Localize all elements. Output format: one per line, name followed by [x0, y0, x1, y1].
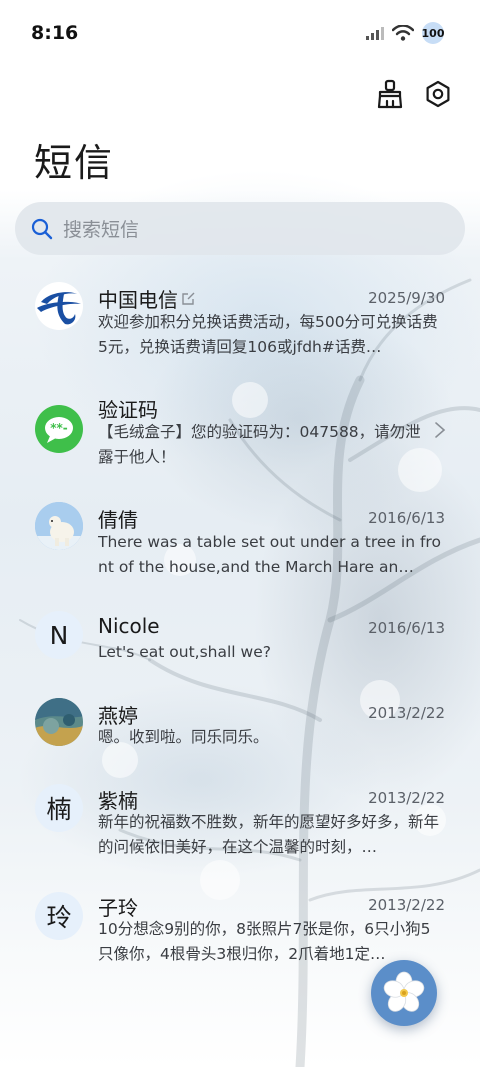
- search-icon: [31, 218, 53, 239]
- message-date: 2013/2/22: [368, 789, 445, 807]
- chevron-right-icon: [435, 422, 446, 438]
- message-item-yanting[interactable]: 燕婷 2013/2/22 嗯。收到啦。同乐同乐。: [0, 688, 480, 788]
- flower-icon: [383, 971, 425, 1012]
- message-item-verification-code[interactable]: **- 验证码 【毛绒盒子】您的验证码为：047588，请勿泄露于他人！: [0, 380, 480, 480]
- sender-name: 倩倩: [98, 504, 138, 533]
- wifi-icon: [392, 25, 414, 41]
- sender-label: 倩倩: [98, 508, 138, 532]
- message-preview: There was a table set out under a tree i…: [98, 533, 441, 576]
- page-title: 短信: [34, 141, 115, 185]
- status-time: 8:16: [31, 22, 79, 44]
- search-placeholder: 搜索短信: [63, 219, 140, 241]
- message-preview: 新年的祝福数不胜数，新年的愿望好多好多，新年的问候依旧美好，在这个温馨的时刻，…: [98, 813, 440, 856]
- search-bar[interactable]: 搜索短信: [15, 202, 465, 255]
- avatar-letter: 玲: [35, 892, 83, 940]
- painting-photo-icon: [35, 698, 83, 746]
- sender-name: 验证码: [98, 394, 158, 423]
- message-item-china-telecom[interactable]: 中国电信 2025/9/30 欢迎参加积分兑换话费活动，每500分可兑换话费5元…: [0, 270, 480, 370]
- message-item-qianqian[interactable]: 倩倩 2016/6/13 There was a table set out u…: [0, 490, 480, 590]
- compose-fab-button[interactable]: [371, 960, 437, 1026]
- messages-screen: 8:16 100 短信 搜索短信 中国电信 2025/9/30 欢迎参加积分兑换…: [0, 0, 480, 1067]
- avatar-letter: 楠: [35, 784, 83, 832]
- message-preview: 嗯。收到啦。同乐同乐。: [98, 728, 269, 746]
- china-telecom-logo-icon: [35, 282, 83, 330]
- message-date: 2013/2/22: [368, 896, 445, 914]
- sender-label: 中国电信: [98, 288, 178, 312]
- message-bubble-icon: **-: [35, 405, 83, 453]
- message-item-zinan[interactable]: 楠 紫楠 2013/2/22 新年的祝福数不胜数，新年的愿望好多好多，新年的问候…: [0, 775, 480, 875]
- status-icons: 100: [366, 22, 444, 44]
- message-preview: 欢迎参加积分兑换话费活动，每500分可兑换话费5元，兑换话费请回复106或jfd…: [98, 313, 438, 356]
- message-date: 2016/6/13: [368, 509, 445, 527]
- message-preview: 10分想念9别的你，8张照片7张是你，6只小狗5只像你，4根骨头3根归你，2爪着…: [98, 920, 431, 963]
- message-date: 2013/2/22: [368, 704, 445, 722]
- sender-name: 中国电信: [98, 284, 196, 313]
- broom-icon: [377, 79, 403, 109]
- avatar-letter: N: [35, 611, 83, 659]
- gear-icon: [426, 80, 450, 108]
- notification-sender-icon: [182, 292, 195, 305]
- svg-text:**-: **-: [50, 421, 68, 435]
- sender-label: 验证码: [98, 398, 158, 422]
- message-preview: Let's eat out,shall we?: [98, 643, 271, 661]
- message-date: 2016/6/13: [368, 619, 445, 637]
- clean-button[interactable]: [374, 78, 406, 110]
- message-date: 2025/9/30: [368, 289, 445, 307]
- sender-name: Nicole: [98, 614, 160, 638]
- sender-label: Nicole: [98, 614, 160, 638]
- polar-bear-photo-icon: [35, 502, 83, 550]
- header-actions: [374, 78, 454, 110]
- status-bar: 8:16 100: [0, 0, 480, 68]
- battery-indicator: 100: [422, 22, 444, 44]
- settings-button[interactable]: [422, 78, 454, 110]
- signal-icon: [366, 27, 384, 40]
- message-preview: 【毛绒盒子】您的验证码为：047588，请勿泄露于他人！: [98, 423, 421, 466]
- message-item-nicole[interactable]: N Nicole 2016/6/13 Let's eat out,shall w…: [0, 600, 480, 700]
